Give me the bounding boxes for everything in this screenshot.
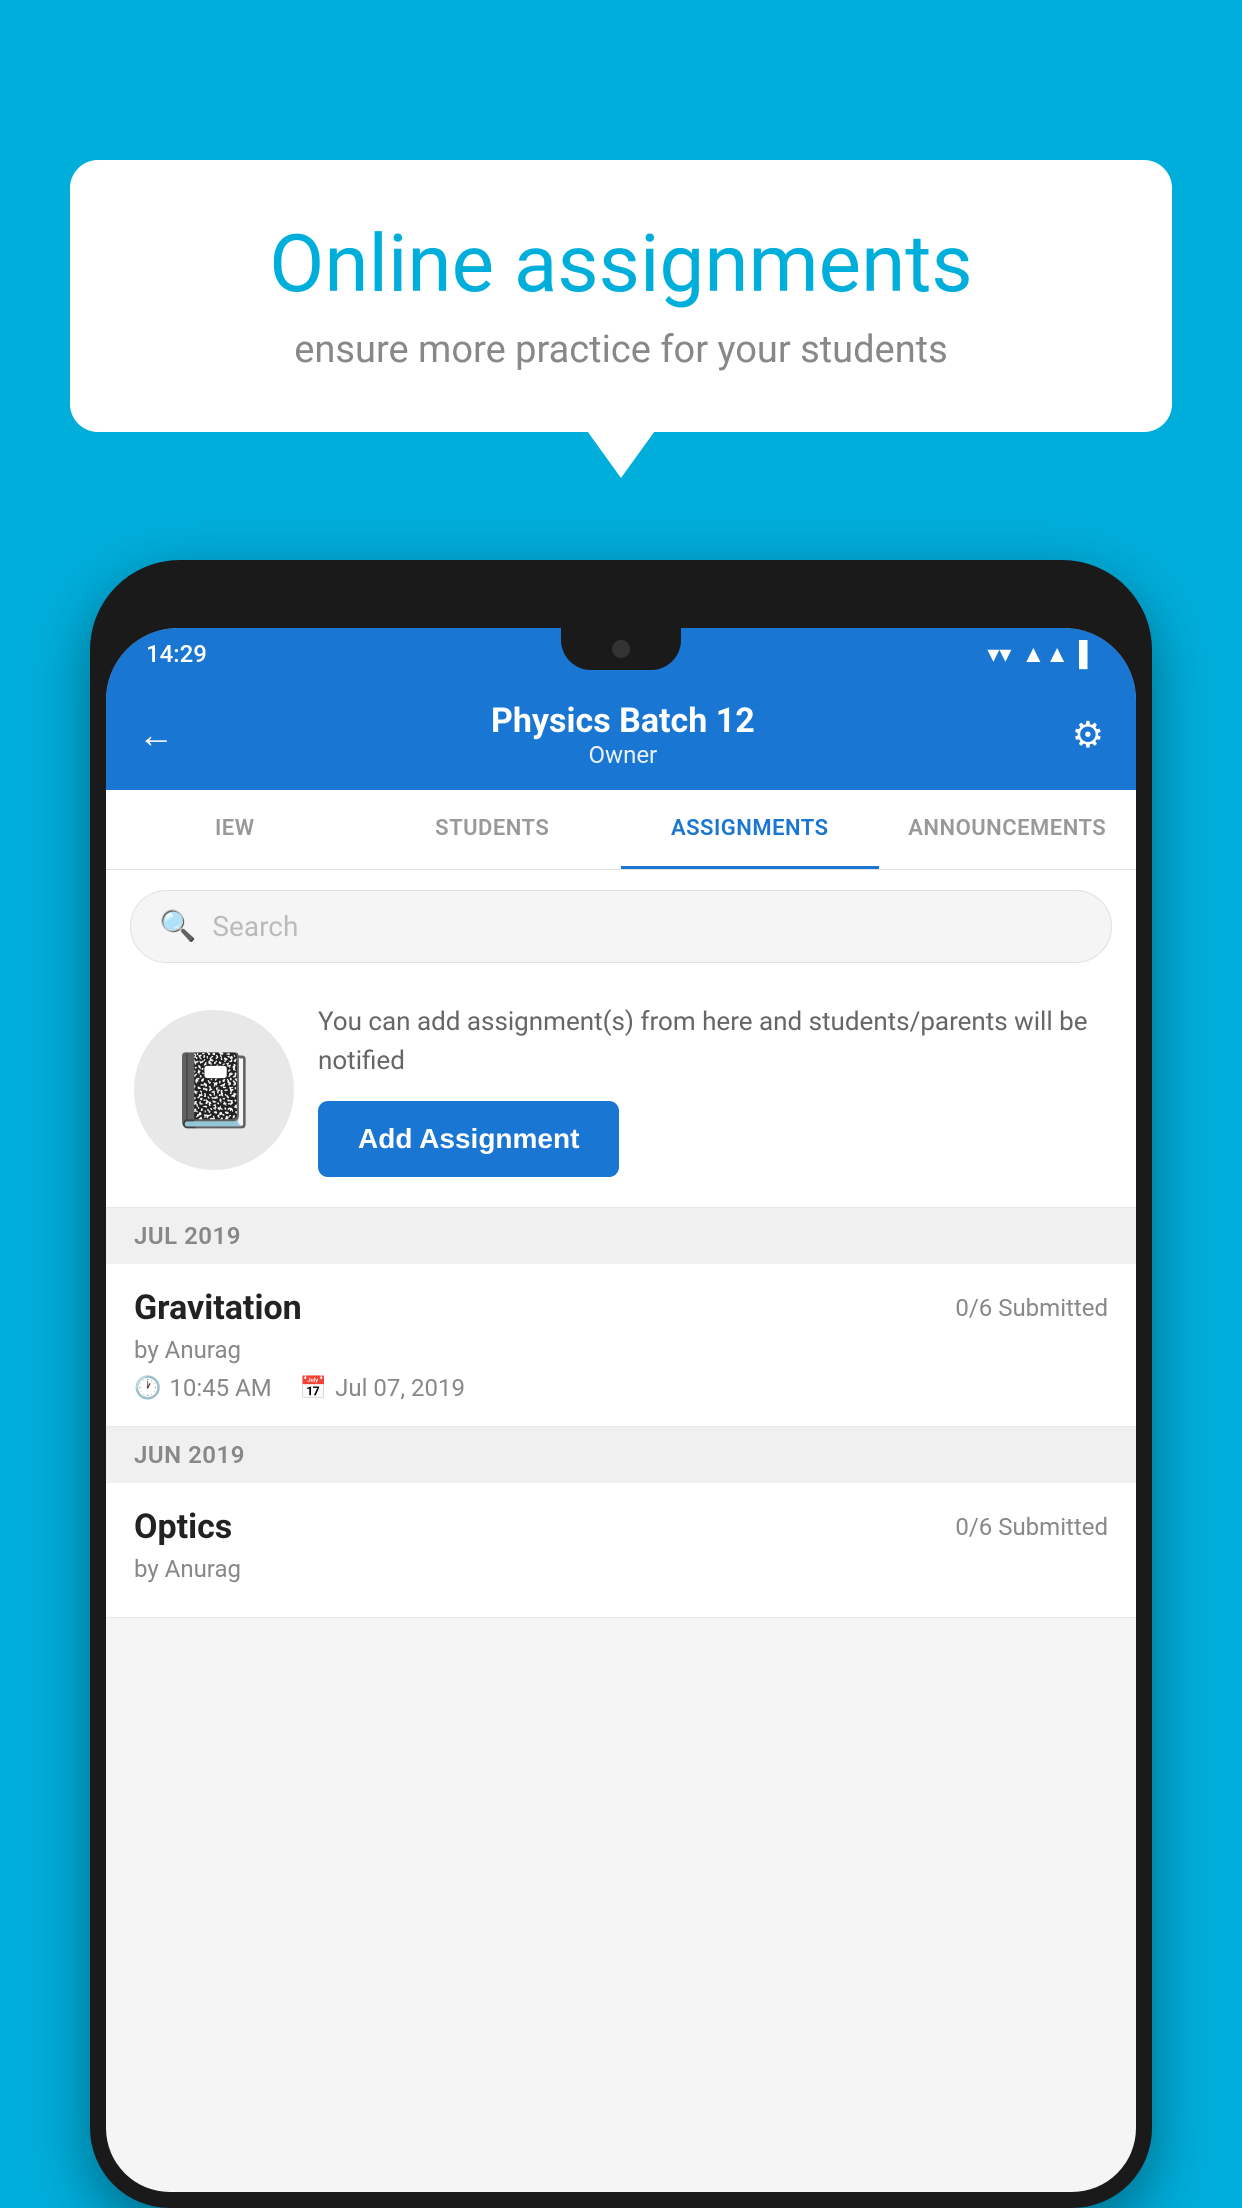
assignment-submitted: 0/6 Submitted: [955, 1294, 1108, 1322]
assignment-title: Gravitation: [134, 1288, 302, 1328]
assignment-author: by Anurag: [134, 1336, 1108, 1364]
search-bar[interactable]: 🔍 Search: [130, 890, 1112, 963]
search-input-placeholder: Search: [212, 910, 298, 943]
phone-container: 14:29 ▾▾ ▲▲ ▌ ← Physics Batch 12 Owner ⚙: [90, 560, 1152, 2208]
meta-date: 📅 Jul 07, 2019: [300, 1374, 465, 1402]
tab-announcements[interactable]: ANNOUNCEMENTS: [879, 790, 1137, 869]
app-bar-center: Physics Batch 12 Owner: [491, 701, 755, 769]
speech-bubble-container: Online assignments ensure more practice …: [70, 160, 1172, 432]
assignment-date: Jul 07, 2019: [335, 1374, 465, 1402]
assignment-author-optics: by Anurag: [134, 1555, 1108, 1583]
assignment-item-gravitation[interactable]: Gravitation 0/6 Submitted by Anurag 🕐 10…: [106, 1264, 1136, 1427]
assignment-submitted-optics: 0/6 Submitted: [955, 1513, 1108, 1541]
back-button[interactable]: ←: [138, 714, 174, 756]
promo-section: 📓 You can add assignment(s) from here an…: [106, 983, 1136, 1208]
signal-icon: ▲▲: [1021, 640, 1069, 669]
camera: [612, 640, 630, 658]
assignment-time: 10:45 AM: [169, 1374, 271, 1402]
notch: [561, 628, 681, 670]
assignment-meta: 🕐 10:45 AM 📅 Jul 07, 2019: [134, 1374, 1108, 1402]
search-icon: 🔍: [159, 909, 196, 944]
app-bar: ← Physics Batch 12 Owner ⚙: [106, 680, 1136, 790]
tabs-bar: IEW STUDENTS ASSIGNMENTS ANNOUNCEMENTS: [106, 790, 1136, 870]
calendar-icon: 📅: [300, 1376, 327, 1401]
speech-bubble: Online assignments ensure more practice …: [70, 160, 1172, 432]
assignment-item-optics[interactable]: Optics 0/6 Submitted by Anurag: [106, 1483, 1136, 1618]
battery-icon: ▌: [1079, 640, 1096, 669]
notebook-icon: 📓: [169, 1048, 259, 1133]
assignment-title-optics: Optics: [134, 1507, 232, 1547]
section-header-jun: JUN 2019: [106, 1427, 1136, 1483]
phone-screen: 14:29 ▾▾ ▲▲ ▌ ← Physics Batch 12 Owner ⚙: [106, 628, 1136, 2192]
section-header-jul: JUL 2019: [106, 1208, 1136, 1264]
app-bar-subtitle: Owner: [491, 741, 755, 769]
content-area: 🔍 Search 📓 You can add assignment(s) fro…: [106, 870, 1136, 1618]
status-time: 14:29: [146, 640, 207, 668]
promo-description: You can add assignment(s) from here and …: [318, 1003, 1108, 1081]
meta-time: 🕐 10:45 AM: [134, 1374, 272, 1402]
tab-assignments[interactable]: ASSIGNMENTS: [621, 790, 879, 869]
speech-bubble-subtitle: ensure more practice for your students: [140, 328, 1102, 372]
clock-icon: 🕐: [134, 1376, 161, 1401]
add-assignment-button[interactable]: Add Assignment: [318, 1101, 619, 1177]
phone-frame: 14:29 ▾▾ ▲▲ ▌ ← Physics Batch 12 Owner ⚙: [90, 560, 1152, 2208]
status-icons: ▾▾ ▲▲ ▌: [987, 640, 1096, 669]
assignment-row-top-optics: Optics 0/6 Submitted: [134, 1507, 1108, 1547]
speech-bubble-title: Online assignments: [140, 220, 1102, 308]
promo-icon-circle: 📓: [134, 1010, 294, 1170]
settings-icon[interactable]: ⚙: [1072, 714, 1104, 756]
assignment-row-top: Gravitation 0/6 Submitted: [134, 1288, 1108, 1328]
tab-students[interactable]: STUDENTS: [364, 790, 622, 869]
promo-text-section: You can add assignment(s) from here and …: [318, 1003, 1108, 1177]
wifi-icon: ▾▾: [987, 640, 1011, 668]
app-bar-title: Physics Batch 12: [491, 701, 755, 741]
tab-iew[interactable]: IEW: [106, 790, 364, 869]
